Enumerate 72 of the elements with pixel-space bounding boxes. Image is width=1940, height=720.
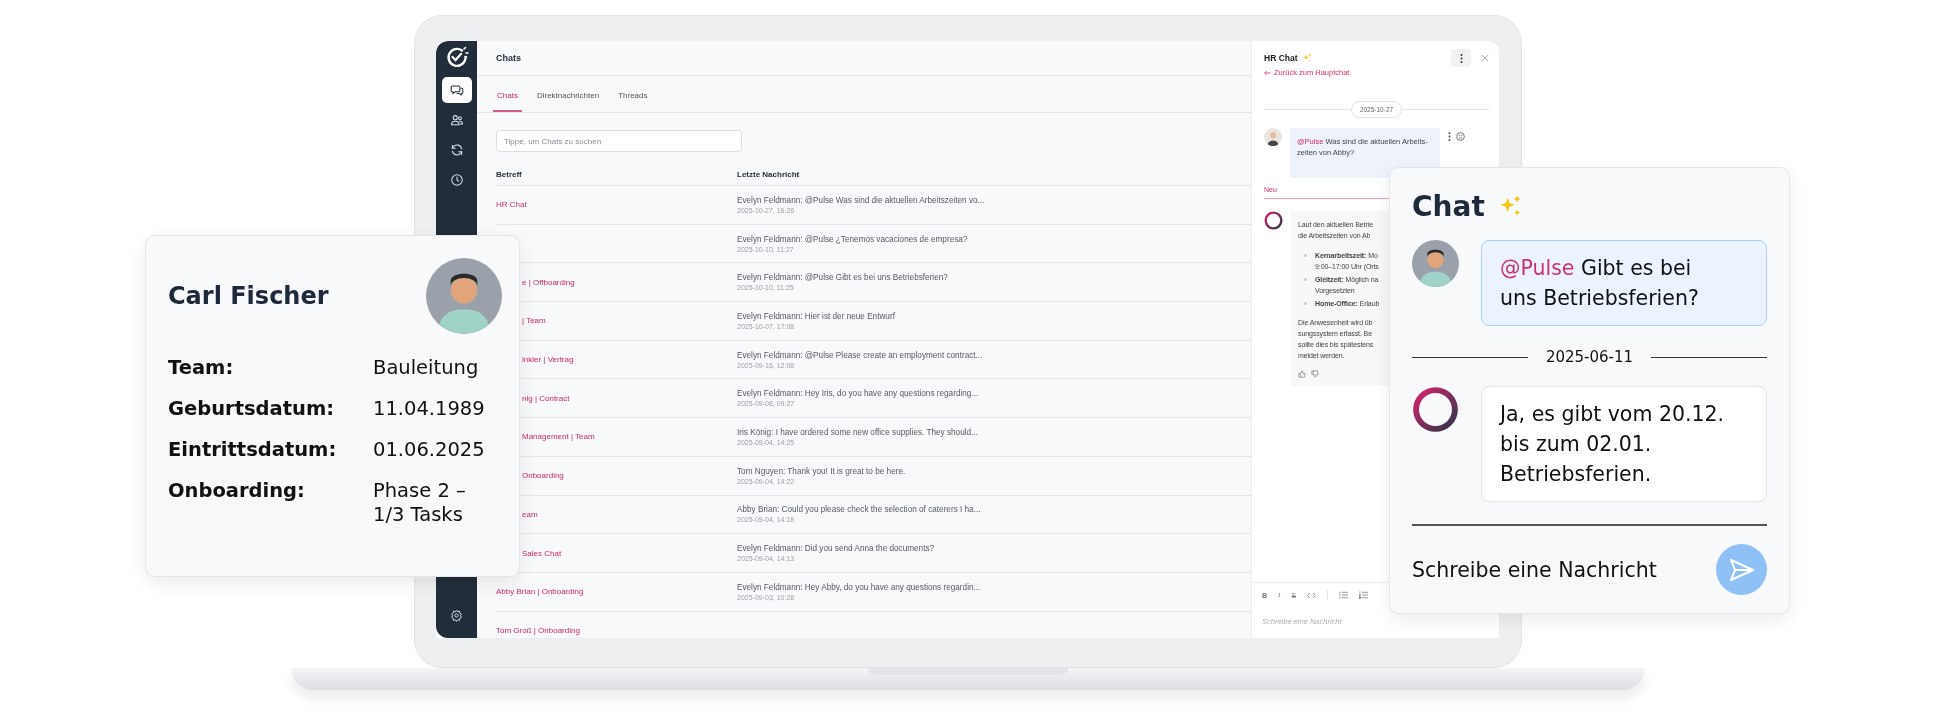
bullet-icon [1304, 254, 1307, 257]
thumbs-up-icon[interactable] [1298, 370, 1306, 378]
refresh-icon [449, 143, 464, 157]
more-button[interactable] [1451, 49, 1471, 67]
chat-subject-link[interactable]: e | Offboarding [522, 277, 575, 287]
chat-subject-link[interactable]: | Team [522, 316, 546, 326]
last-message: Evelyn Feldmann: @Pulse ¿Tenemos vacaciones de empresa? [737, 234, 969, 244]
last-message: Evelyn Feldmann: @Pulse Please create an employment contract... [737, 350, 984, 360]
field-label: Eintrittsdatum: [168, 438, 338, 462]
chat-subject-link[interactable]: Sales Chat [522, 548, 562, 558]
last-message: Abby Brian: Could you please check the selection of caterers I ha... [737, 505, 982, 515]
bulleted-list-icon[interactable] [1339, 591, 1349, 599]
close-icon[interactable] [1481, 54, 1489, 62]
last-message: Evelyn Feldmann: @Pulse Was sind die aktuellen Arbeitszeiten vo... [737, 195, 986, 205]
message-bubble: Ja, es gibt vom 20.12. bis zum 02.01. Betriebsferien. [1481, 386, 1767, 502]
chat-subject-link[interactable]: Abby Brian | Onboarding [496, 587, 584, 597]
bullet-icon [1304, 302, 1307, 305]
page-title: Chats [496, 53, 521, 63]
chat-subject-link[interactable]: nig | Contract [522, 393, 570, 403]
person-name: Carl Fischer [168, 282, 329, 310]
last-message: Evelyn Feldmann: Hier ist der neue Entwurf [737, 311, 896, 321]
chat-subject-link[interactable]: HR Chat [496, 200, 527, 210]
field-label: Geburtsdatum: [168, 397, 336, 421]
chat-icon [449, 83, 464, 97]
avatar [1412, 240, 1459, 287]
message-input[interactable]: Schreibe eine Nachricht [1412, 557, 1708, 582]
field-label: Team: [168, 356, 235, 380]
numbered-list-icon[interactable] [1359, 591, 1369, 599]
send-button[interactable] [1716, 544, 1767, 595]
logo-icon [444, 45, 469, 69]
date-divider-text: 2025-06-11 [1545, 348, 1634, 366]
tab[interactable]: Chats [493, 91, 522, 112]
chat-subject-link[interactable]: Onboarding [522, 471, 564, 481]
tab[interactable]: Threads [614, 91, 652, 112]
column-header: Betreff [496, 169, 523, 179]
bot-avatar [1264, 211, 1283, 230]
arrow-left-icon [1264, 69, 1271, 76]
chat-subject-link[interactable]: Tom Groß | Onboarding [496, 625, 580, 635]
field-value: 11.04.1989 [373, 397, 486, 421]
sparkle-icon [1301, 53, 1312, 63]
chat-title: Chat [1412, 189, 1485, 223]
last-message: Tom Nguyen: Thank you! It is great to be here. [737, 466, 907, 476]
field-value: Phase 2 – 1/3 Tasks [373, 479, 467, 527]
last-message: Evelyn Feldmann: Did you send Anna the documents? [737, 544, 936, 554]
field-value: 01.06.2025 [373, 438, 486, 462]
search-field[interactable]: Tippe, um Chats zu suchen [496, 130, 742, 152]
tab[interactable]: Direktnachrichten [532, 91, 604, 112]
avatar [1264, 128, 1282, 146]
last-message: Evelyn Feldmann: @Pulse Gibt es bei uns Betriebsferien? [737, 273, 949, 283]
column-header: Letzte Nachricht [737, 169, 801, 179]
settings-icon[interactable] [450, 609, 463, 622]
bot-avatar [1412, 386, 1459, 433]
chat-subject-link[interactable]: inkler | Vertrag [522, 355, 574, 365]
code-icon[interactable] [1307, 591, 1317, 599]
chat-subject-link[interactable]: Management | Team [522, 432, 595, 442]
chat-title: HR Chat [1264, 53, 1298, 63]
smiley-icon[interactable] [1456, 132, 1465, 141]
field-label: Onboarding: [168, 479, 306, 504]
last-message: Evelyn Feldmann: Hey Abby, do you have any questions regardin... [737, 582, 982, 592]
thumbs-down-icon[interactable] [1311, 370, 1319, 378]
field-value: Bauleitung [373, 356, 480, 380]
more-icon [1459, 53, 1463, 63]
last-message: Iris König: I have ordered some new office supplies. They should... [737, 427, 979, 437]
chat-subject-link[interactable]: eam [522, 509, 538, 519]
last-message: Evelyn Feldmann: Hey Iris, do you have any questions regarding... [737, 389, 980, 399]
sidebar-item[interactable] [441, 77, 472, 103]
message-bubble: @Pulse Gibt es bei uns Betriebsferien? [1481, 240, 1767, 326]
clock-icon [449, 173, 464, 187]
bullet-icon [1304, 278, 1307, 281]
send-icon [1728, 557, 1755, 582]
more-icon[interactable] [1448, 132, 1451, 141]
people-icon [449, 113, 464, 127]
